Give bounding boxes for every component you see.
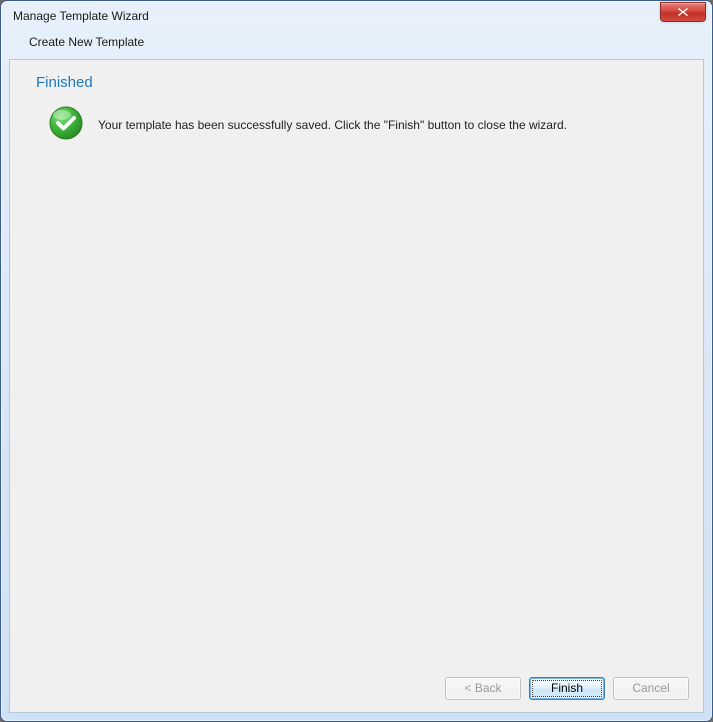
cancel-button: Cancel (613, 677, 689, 700)
button-bar: < Back Finish Cancel (10, 664, 703, 712)
title-bar[interactable]: Manage Template Wizard (1, 1, 712, 31)
wizard-subtitle: Create New Template (1, 31, 712, 59)
back-button: < Back (445, 677, 521, 700)
wizard-window: Manage Template Wizard Create New Templa… (0, 0, 713, 722)
content-body: Finished (10, 60, 703, 664)
page-heading: Finished (36, 74, 677, 91)
close-button[interactable] (660, 2, 706, 22)
window-title: Manage Template Wizard (13, 9, 660, 23)
success-message: Your template has been successfully save… (98, 118, 567, 132)
finish-button[interactable]: Finish (529, 677, 605, 700)
close-icon (677, 7, 689, 17)
success-icon (48, 105, 84, 144)
content-panel: Finished (9, 59, 704, 713)
message-row: Your template has been successfully save… (36, 101, 677, 144)
